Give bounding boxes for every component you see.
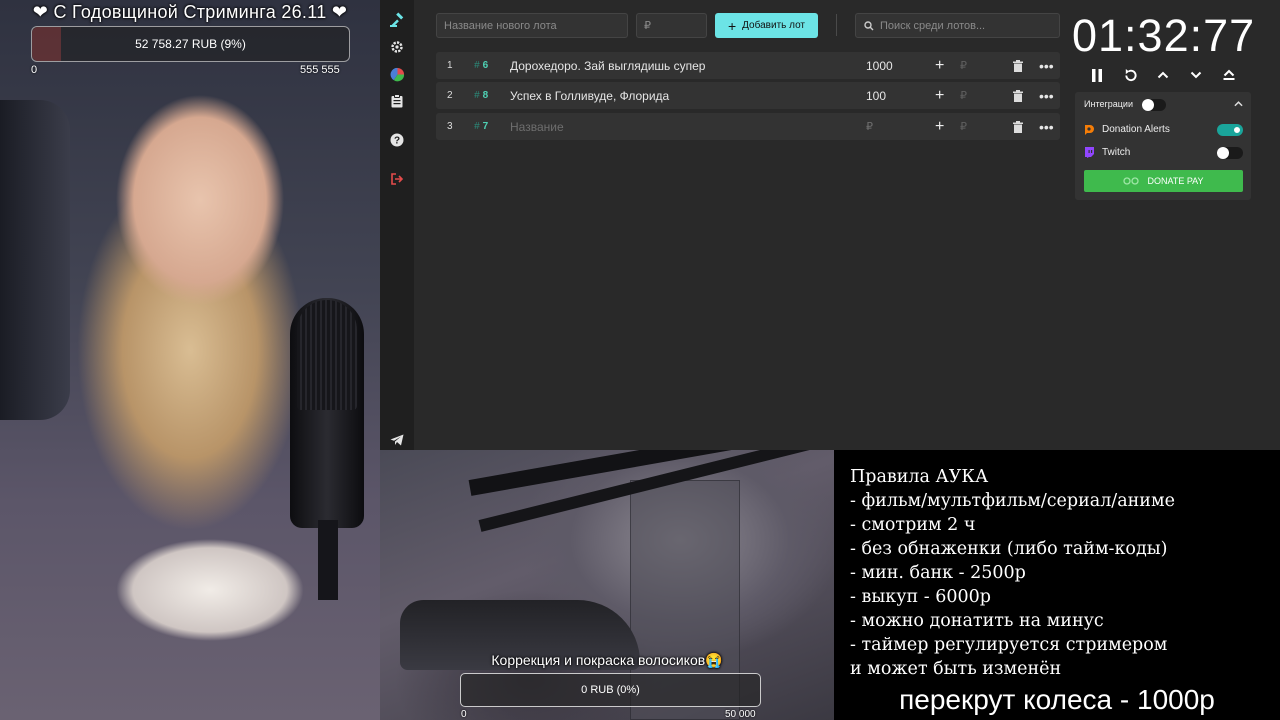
lot-row[interactable]: 3 #7 Название ₽ + ₽ ••• — [436, 113, 1060, 140]
lot-position: 1 — [447, 60, 453, 71]
twitch-toggle[interactable] — [1217, 147, 1243, 159]
logout-icon[interactable] — [388, 170, 406, 188]
chevron-up-icon[interactable] — [1154, 66, 1172, 84]
auction-app: ? + Добавить лот 1 #6 Дорохедоро. Зай вы… — [380, 0, 1280, 450]
delete-icon[interactable] — [1013, 82, 1023, 109]
integrations-header[interactable]: Интеграции — [1084, 99, 1244, 111]
rule-line: - мин. банк - 2500р — [850, 563, 1026, 583]
auction-rules-panel: Правила АУКА - фильм/мультфильм/сериал/а… — [834, 450, 1280, 720]
chevron-down-icon[interactable] — [1187, 66, 1205, 84]
auction-timer: 01:32:77 — [1072, 10, 1256, 61]
donation-alerts-toggle[interactable] — [1217, 124, 1243, 136]
stats-icon[interactable] — [388, 65, 406, 83]
twitch-icon — [1085, 147, 1094, 158]
lot-row[interactable]: 1 #6 Дорохедоро. Зай выглядишь супер 100… — [436, 52, 1060, 79]
help-icon[interactable]: ? — [388, 131, 406, 149]
lot-amount-placeholder[interactable]: ₽ — [866, 113, 873, 140]
search-input[interactable] — [880, 19, 1050, 32]
donation-goal-max: 555 555 — [300, 64, 340, 76]
rule-line: и может быть изменён — [850, 659, 1062, 679]
integrations-master-toggle[interactable] — [1142, 99, 1166, 111]
add-lot-button[interactable]: + Добавить лот — [715, 13, 818, 38]
rule-line: - выкуп - 6000р — [850, 587, 991, 607]
integrations-title: Интеграции — [1084, 99, 1133, 109]
more-options-icon[interactable]: ••• — [1039, 113, 1054, 140]
lot-name-placeholder[interactable]: Название — [510, 113, 564, 140]
more-options-icon[interactable]: ••• — [1039, 82, 1054, 109]
integration-name: Donation Alerts — [1102, 124, 1170, 135]
donate-pay-label: DONATE PAY — [1147, 176, 1204, 186]
lot-extra-currency[interactable]: ₽ — [960, 82, 967, 109]
integration-twitch[interactable]: Twitch — [1084, 147, 1244, 159]
add-amount-button[interactable]: + — [935, 52, 944, 79]
webcam-streamer — [0, 0, 380, 720]
app-sidebar: ? — [380, 0, 414, 450]
donationalerts-icon — [1085, 125, 1094, 135]
new-lot-name-input[interactable] — [436, 13, 628, 38]
rules-title: Правила АУКА — [850, 467, 989, 487]
lot-amount[interactable]: 1000 — [866, 52, 893, 79]
lot-row[interactable]: 2 #8 Успех в Голливуде, Флорида 100 + ₽ … — [436, 82, 1060, 109]
lot-extra-currency[interactable]: ₽ — [960, 52, 967, 79]
lot-search[interactable] — [855, 13, 1060, 38]
add-amount-button[interactable]: + — [935, 82, 944, 109]
lot-id: #7 — [474, 121, 489, 132]
donation-goal-bar: 52 758.27 RUB (9%) — [31, 26, 350, 62]
chevron-up-icon[interactable] — [1234, 101, 1243, 107]
rule-line: - таймер регулируется стримером — [850, 635, 1168, 655]
donation-goal-text: 52 758.27 RUB (9%) — [135, 37, 246, 51]
delete-icon[interactable] — [1013, 52, 1023, 79]
rule-line: - фильм/мультфильм/сериал/аниме — [850, 491, 1175, 511]
secondary-goal-text: 0 RUB (0%) — [581, 684, 640, 696]
microphone-grille — [297, 300, 357, 410]
stream-title: ❤ С Годовщиной Стриминга 26.11 ❤ — [32, 2, 348, 22]
lot-id: #6 — [474, 60, 489, 71]
secondary-goal-min: 0 — [461, 709, 467, 720]
lot-name[interactable]: Успех в Голливуде, Флорида — [510, 82, 669, 109]
lot-id: #8 — [474, 90, 489, 101]
telegram-icon[interactable] — [388, 431, 406, 449]
lot-amount[interactable]: 100 — [866, 82, 886, 109]
add-amount-button[interactable]: + — [935, 113, 944, 140]
reset-icon[interactable] — [1121, 66, 1139, 84]
double-up-icon[interactable] — [1220, 66, 1238, 84]
search-icon — [864, 20, 874, 30]
new-lot-price-input[interactable] — [636, 13, 707, 38]
pause-icon[interactable] — [1088, 66, 1106, 84]
lot-position: 2 — [447, 90, 453, 101]
rule-line: - без обнаженки (либо тайм-коды) — [850, 539, 1168, 559]
wheel-respin-note: перекрут колеса - 1000р — [899, 684, 1215, 715]
integration-name: Twitch — [1102, 147, 1131, 158]
more-options-icon[interactable]: ••• — [1039, 52, 1054, 79]
lot-name[interactable]: Дорохедоро. Зай выглядишь супер — [510, 52, 705, 79]
integration-donation-alerts[interactable]: Donation Alerts — [1084, 124, 1244, 136]
donate-pay-button[interactable]: DONATE PAY — [1084, 170, 1243, 192]
gavel-icon[interactable] — [388, 11, 406, 29]
gaming-chair — [0, 100, 70, 420]
plus-icon: + — [727, 17, 737, 34]
secondary-goal-max: 50 000 — [725, 709, 756, 720]
donatepay-icon — [1123, 177, 1140, 185]
secondary-goal-bar: 0 RUB (0%) — [460, 673, 761, 707]
microphone-stand — [318, 520, 338, 600]
rule-line: - смотрим 2 ч — [850, 515, 976, 535]
toolbar-divider — [836, 14, 837, 36]
add-lot-label: Добавить лот — [742, 20, 806, 31]
settings-icon[interactable] — [388, 38, 406, 56]
lot-position: 3 — [447, 121, 453, 132]
rules-list: Правила АУКА - фильм/мультфильм/сериал/а… — [850, 465, 1175, 681]
clipboard-icon[interactable] — [388, 92, 406, 110]
donation-goal-fill — [32, 27, 61, 61]
integrations-panel: Интеграции Donation Alerts Twitch DONATE… — [1075, 92, 1251, 200]
delete-icon[interactable] — [1013, 113, 1023, 140]
donation-goal-min: 0 — [31, 64, 38, 76]
rule-line: - можно донатить на минус — [850, 611, 1104, 631]
svg-text:?: ? — [394, 136, 400, 147]
lot-extra-currency[interactable]: ₽ — [960, 113, 967, 140]
secondary-goal-title: Коррекция и покраска волосиков😭 — [491, 652, 723, 668]
